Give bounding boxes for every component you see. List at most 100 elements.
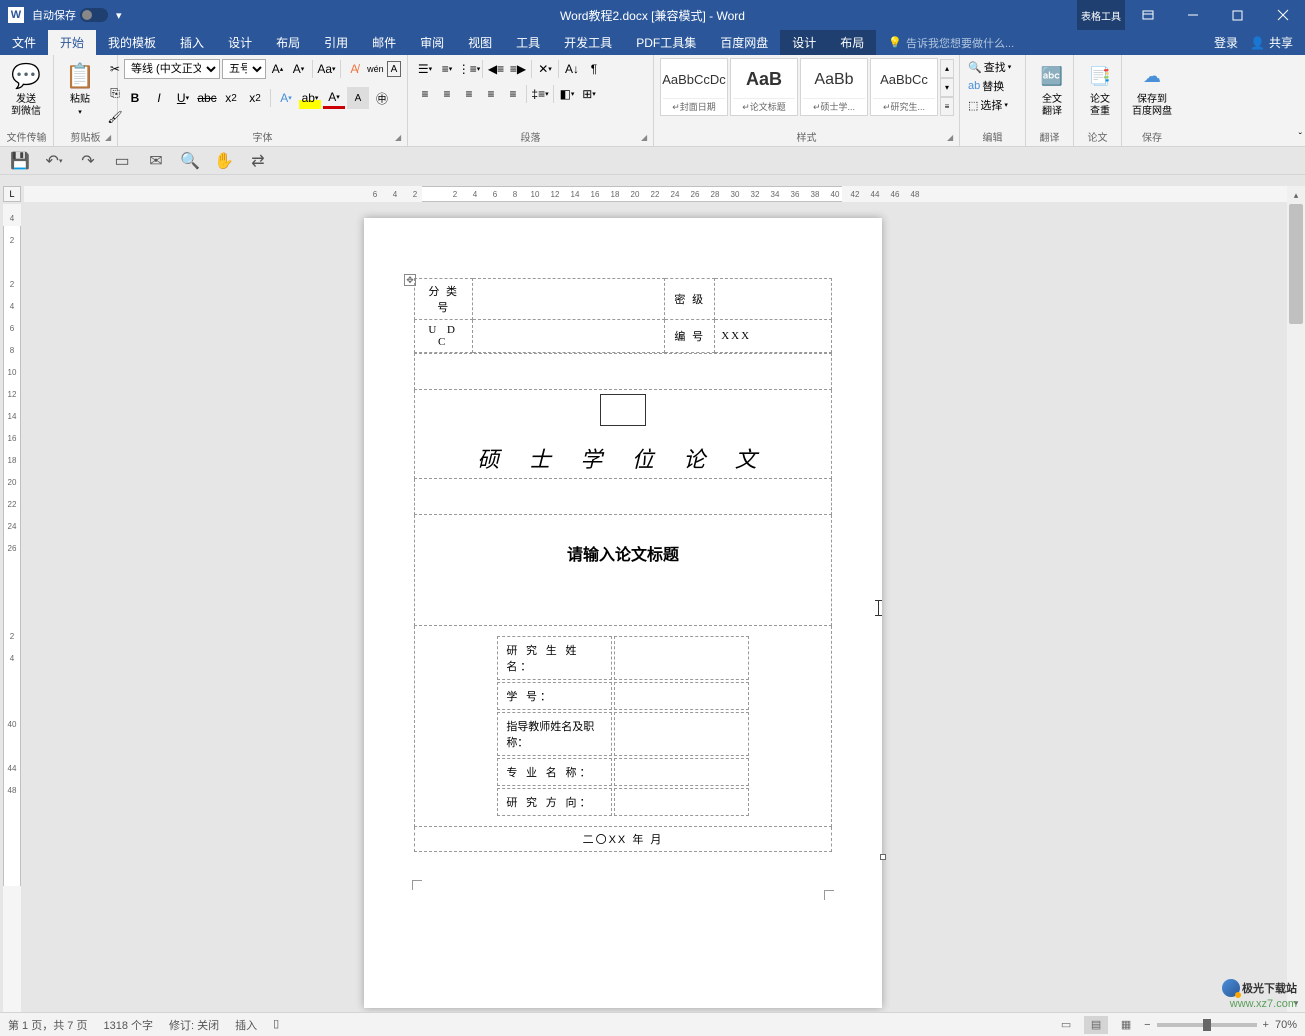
menu-view[interactable]: 视图	[456, 30, 504, 55]
menu-table-design[interactable]: 设计	[780, 30, 828, 55]
styles-down-button[interactable]: ▾	[940, 78, 954, 97]
bullets-button[interactable]: ☰▾	[414, 58, 436, 80]
phonetic-guide-button[interactable]: wén	[366, 58, 385, 80]
cell-udc[interactable]: U D C	[415, 320, 473, 353]
char-border-button[interactable]: A	[387, 61, 401, 77]
collapse-ribbon-button[interactable]: ˇ	[1299, 132, 1302, 143]
cell-category[interactable]: 分 类 号	[415, 279, 473, 320]
thesis-type-cell[interactable]: 硕 士 学 位 论 文	[415, 390, 832, 479]
cover-layout-table[interactable]: 硕 士 学 位 论 文 请输入论文标题 研 究 生 姓 名： 学 号： 指导教师…	[414, 353, 832, 852]
replace-button[interactable]: ab替换	[966, 77, 1019, 95]
menu-tools[interactable]: 工具	[504, 30, 552, 55]
email-button[interactable]: ✉	[146, 151, 166, 171]
share-qat-button[interactable]: ⇄	[248, 151, 268, 171]
new-button[interactable]: ▭	[112, 151, 132, 171]
shading-button[interactable]: ◧▾	[556, 83, 578, 105]
info-direction-label[interactable]: 研 究 方 向：	[497, 788, 612, 816]
enclose-char-button[interactable]: ㊥	[371, 87, 393, 109]
info-major-value[interactable]	[614, 758, 749, 786]
title-cell[interactable]: 请输入论文标题	[415, 515, 832, 626]
scroll-up-button[interactable]: ▴	[1287, 186, 1305, 204]
bold-button[interactable]: B	[124, 87, 146, 109]
scroll-thumb[interactable]	[1289, 204, 1303, 324]
zoom-level[interactable]: 70%	[1275, 1019, 1297, 1031]
align-left-button[interactable]: ≡	[414, 83, 436, 105]
insert-mode[interactable]: 插入	[235, 1017, 257, 1033]
style-researcher[interactable]: AaBbCc↵研究生...	[870, 58, 938, 116]
title-placeholder-text[interactable]: 请输入论文标题	[415, 541, 831, 565]
show-marks-button[interactable]: ¶	[583, 58, 605, 80]
styles-launcher[interactable]: ◢	[947, 133, 957, 143]
word-count[interactable]: 1318 个字	[103, 1017, 153, 1033]
strikethrough-button[interactable]: abc	[196, 87, 218, 109]
spacer-cell-2[interactable]	[415, 479, 832, 515]
horizontal-ruler[interactable]: 6422468101214161820222426283032343638404…	[24, 186, 1287, 202]
asian-layout-button[interactable]: ✕▾	[534, 58, 556, 80]
grow-font-button[interactable]: A▴	[268, 58, 287, 80]
distributed-button[interactable]: ≡	[502, 83, 524, 105]
find-button[interactable]: 🔍查找▾	[966, 58, 1019, 76]
save-to-baidu-button[interactable]: ☁ 保存到 百度网盘	[1128, 58, 1176, 120]
login-button[interactable]: 登录	[1214, 34, 1238, 51]
clear-format-button[interactable]: A̸	[345, 58, 364, 80]
menu-references[interactable]: 引用	[312, 30, 360, 55]
info-id-label[interactable]: 学 号：	[497, 682, 612, 710]
menu-baidu[interactable]: 百度网盘	[708, 30, 780, 55]
info-advisor-label[interactable]: 指导教师姓名及职称：	[497, 712, 612, 756]
cell-secret-value[interactable]	[715, 279, 832, 320]
paste-button[interactable]: 📋 粘贴 ▾	[60, 58, 100, 118]
styles-gallery[interactable]: AaBbCcDc↵封面日期 AaB↵论文标题 AaBb↵硕士学... AaBbC…	[660, 58, 954, 116]
toggle-switch-icon[interactable]	[80, 8, 108, 22]
line-spacing-button[interactable]: ‡≡▾	[529, 83, 551, 105]
align-right-button[interactable]: ≡	[458, 83, 480, 105]
highlight-button[interactable]: ab▾	[299, 87, 321, 109]
zoom-slider[interactable]	[1157, 1023, 1257, 1027]
info-major-label[interactable]: 专 业 名 称：	[497, 758, 612, 786]
increase-indent-button[interactable]: ≡▶	[507, 58, 529, 80]
zoom-out-button[interactable]: −	[1144, 1019, 1150, 1031]
share-button[interactable]: 👤 共享	[1250, 34, 1293, 51]
info-cell[interactable]: 研 究 生 姓 名： 学 号： 指导教师姓名及职称： 专 业 名 称： 研 究 …	[415, 626, 832, 827]
info-name-label[interactable]: 研 究 生 姓 名：	[497, 636, 612, 680]
borders-button[interactable]: ⊞▾	[578, 83, 600, 105]
sort-button[interactable]: A↓	[561, 58, 583, 80]
undo-button[interactable]: ↶▾	[44, 151, 64, 171]
style-masters[interactable]: AaBb↵硕士学...	[800, 58, 868, 116]
table-resize-handle[interactable]	[880, 854, 886, 860]
cell-udc-value[interactable]	[473, 320, 665, 353]
track-changes-status[interactable]: 修订: 关闭	[169, 1017, 219, 1033]
decrease-indent-button[interactable]: ◀≡	[485, 58, 507, 80]
menu-home[interactable]: 开始	[48, 30, 96, 55]
close-button[interactable]	[1260, 0, 1305, 30]
italic-button[interactable]: I	[148, 87, 170, 109]
menu-design[interactable]: 设计	[216, 30, 264, 55]
maximize-button[interactable]	[1215, 0, 1260, 30]
styles-more-button[interactable]: ≡	[940, 97, 954, 116]
paragraph-launcher[interactable]: ◢	[641, 133, 651, 143]
menu-review[interactable]: 审阅	[408, 30, 456, 55]
macro-record-icon[interactable]: ▯	[273, 1017, 279, 1033]
cell-secret[interactable]: 密 级	[665, 279, 715, 320]
text-effects-button[interactable]: A▾	[275, 87, 297, 109]
menu-templates[interactable]: 我的模板	[96, 30, 168, 55]
style-thesis-title[interactable]: AaB↵论文标题	[730, 58, 798, 116]
font-launcher[interactable]: ◢	[395, 133, 405, 143]
save-button[interactable]: 💾	[10, 151, 30, 171]
cell-category-value[interactable]	[473, 279, 665, 320]
duplicate-check-button[interactable]: 📑 论文 查重	[1080, 58, 1120, 120]
info-name-value[interactable]	[614, 636, 749, 680]
redo-button[interactable]: ↷	[78, 151, 98, 171]
document-area[interactable]: ✥ 分 类 号 密 级 U D C 编 号 XXX	[24, 204, 1287, 1012]
select-button[interactable]: ⬚选择▾	[966, 96, 1019, 114]
superscript-button[interactable]: x2	[244, 87, 266, 109]
info-id-value[interactable]	[614, 682, 749, 710]
table-move-handle[interactable]: ✥	[404, 274, 416, 286]
tell-me-search[interactable]: 💡 告诉我您想要做什么...	[876, 35, 1014, 51]
web-layout-button[interactable]: ▦	[1114, 1016, 1138, 1034]
menu-table-layout[interactable]: 布局	[828, 30, 876, 55]
subscript-button[interactable]: x2	[220, 87, 242, 109]
zoom-in-button[interactable]: +	[1263, 1019, 1269, 1031]
autosave-toggle[interactable]: 自动保存	[32, 7, 108, 23]
justify-button[interactable]: ≡	[480, 83, 502, 105]
classification-table[interactable]: 分 类 号 密 级 U D C 编 号 XXX	[414, 278, 832, 353]
